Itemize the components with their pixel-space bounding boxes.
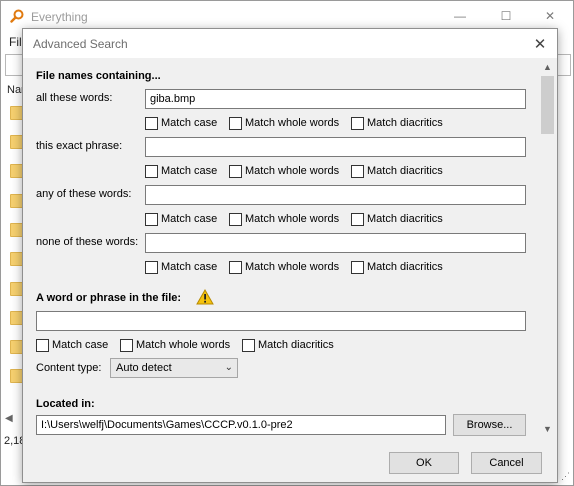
all-words-label: all these words: [36, 92, 113, 104]
none-words-label: none of these words: [36, 236, 139, 248]
dialog-content: File names containing... all these words… [23, 58, 539, 437]
browse-button[interactable]: Browse... [453, 414, 526, 436]
located-in-header: Located in: [36, 398, 95, 410]
cancel-button[interactable]: Cancel [471, 452, 542, 474]
dialog-title: Advanced Search [33, 37, 128, 51]
close-icon: ✕ [533, 36, 547, 53]
exact-phrase-input[interactable] [145, 137, 526, 157]
content-match-whole-words-checkbox[interactable]: Match whole words [120, 338, 230, 352]
content-match-diacritics-checkbox[interactable]: Match diacritics [242, 338, 334, 352]
scroll-left-icon[interactable]: ◀ [5, 413, 13, 424]
file-names-header: File names containing... [36, 70, 161, 82]
chevron-down-icon: ⌄ [224, 362, 233, 373]
everything-app-icon [10, 9, 24, 23]
match-whole-words-checkbox[interactable]: Match whole words [229, 260, 339, 274]
main-window-title: Everything [31, 10, 88, 24]
scroll-up-icon[interactable]: ▲ [539, 58, 556, 75]
match-whole-words-checkbox[interactable]: Match whole words [229, 116, 339, 130]
any-words-input[interactable] [145, 185, 526, 205]
file-content-header: A word or phrase in the file: [36, 292, 182, 304]
dialog-close-button[interactable]: ✕ [529, 33, 551, 55]
match-whole-words-checkbox[interactable]: Match whole words [229, 164, 339, 178]
match-diacritics-checkbox[interactable]: Match diacritics [351, 116, 443, 130]
dialog-scrollbar[interactable]: ▲ ▼ [539, 58, 556, 437]
match-diacritics-checkbox[interactable]: Match diacritics [351, 164, 443, 178]
match-case-checkbox[interactable]: Match case [145, 164, 217, 178]
main-close-button[interactable]: ✕ [527, 5, 573, 27]
match-case-checkbox[interactable]: Match case [145, 116, 217, 130]
minimize-button[interactable]: — [437, 5, 483, 27]
dialog-titlebar: Advanced Search ✕ [23, 29, 557, 58]
location-input[interactable] [36, 415, 446, 435]
ok-button[interactable]: OK [389, 452, 459, 474]
scroll-thumb[interactable] [541, 76, 554, 134]
match-diacritics-checkbox[interactable]: Match diacritics [351, 212, 443, 226]
any-words-label: any of these words: [36, 188, 132, 200]
scroll-down-icon[interactable]: ▼ [539, 420, 556, 437]
none-words-input[interactable] [145, 233, 526, 253]
advanced-search-dialog: Advanced Search ✕ File names containing.… [22, 28, 558, 483]
warning-icon [196, 289, 214, 305]
resize-grip-icon[interactable]: ⋰ [561, 471, 570, 482]
all-words-input[interactable] [145, 89, 526, 109]
match-case-checkbox[interactable]: Match case [145, 212, 217, 226]
match-case-checkbox[interactable]: Match case [145, 260, 217, 274]
content-match-case-checkbox[interactable]: Match case [36, 338, 108, 352]
exact-phrase-label: this exact phrase: [36, 140, 123, 152]
content-type-select[interactable]: Auto detect ⌄ [110, 358, 238, 378]
content-type-label: Content type: [36, 362, 102, 374]
match-whole-words-checkbox[interactable]: Match whole words [229, 212, 339, 226]
file-content-input[interactable] [36, 311, 526, 331]
maximize-button[interactable]: ☐ [483, 5, 529, 27]
match-diacritics-checkbox[interactable]: Match diacritics [351, 260, 443, 274]
